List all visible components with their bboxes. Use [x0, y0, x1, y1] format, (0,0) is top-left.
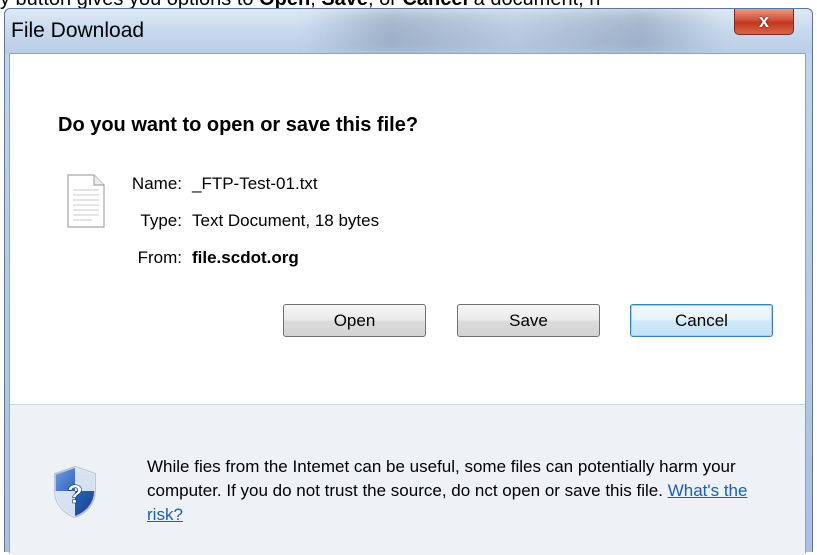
warning-text: While fies from the Intemet can be usefu…	[147, 457, 736, 500]
svg-text:?: ?	[67, 479, 83, 509]
security-warning-panel: ? While fies from the Intemet can be use…	[10, 404, 805, 555]
file-type-value: Text Document, 18 bytes	[192, 211, 380, 230]
security-warning-message: While fies from the Intemet can be usefu…	[147, 455, 787, 527]
file-type-label: Type:	[140, 211, 182, 230]
cancel-button[interactable]: Cancel	[630, 304, 773, 337]
window-title: File Download	[11, 19, 145, 42]
close-button[interactable]: x	[734, 9, 794, 35]
title-bar-glare	[305, 9, 725, 53]
dialog-body: Do you want to open or save this file? N…	[9, 53, 806, 555]
title-bar[interactable]: File Download x	[5, 9, 812, 53]
file-download-dialog: File Download x Do you want to open or s…	[4, 8, 813, 555]
save-button[interactable]: Save	[457, 304, 600, 337]
file-from-value: file.scdot.org	[192, 248, 299, 267]
security-shield-question-icon: ?	[54, 465, 96, 519]
open-button[interactable]: Open	[283, 304, 426, 337]
file-from-label: From:	[137, 248, 182, 267]
file-name-value: _FTP-Test-01.txt	[192, 174, 318, 193]
file-name-label: Name:	[131, 174, 182, 193]
close-icon: x	[758, 10, 769, 31]
dialog-heading: Do you want to open or save this file?	[58, 114, 419, 136]
